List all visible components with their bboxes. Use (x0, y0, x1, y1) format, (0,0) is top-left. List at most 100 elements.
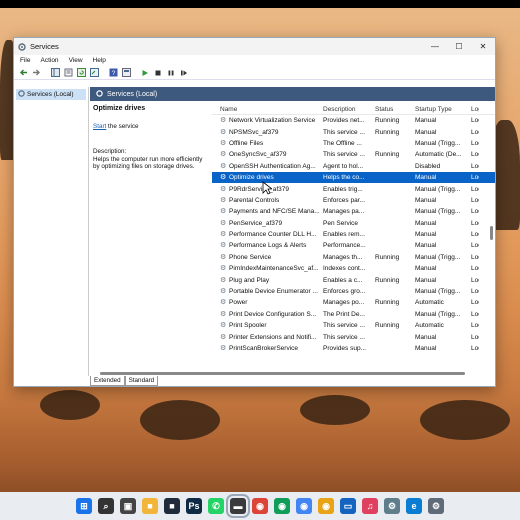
pause-service-icon[interactable] (166, 68, 176, 78)
search-icon[interactable]: ⌕ (98, 498, 114, 514)
screen-top-border (0, 0, 520, 8)
menu-view[interactable]: View (69, 57, 83, 64)
vertical-scrollbar[interactable] (490, 101, 494, 366)
menu-file[interactable]: File (20, 57, 30, 64)
chrome-profile-icon[interactable]: ◉ (274, 498, 290, 514)
service-name-cell: ⚙ OneSyncSvc_af379 (212, 151, 321, 158)
close-button[interactable]: ✕ (471, 38, 495, 55)
table-row[interactable]: ⚙ Network Virtualization Service Provides … (212, 115, 495, 126)
service-name: OneSyncSvc_af379 (229, 151, 287, 159)
service-gear-icon: ⚙ (220, 333, 227, 341)
monitor-icon[interactable]: ▭ (340, 498, 356, 514)
service-startup-cell: Manual (Trigg... (415, 139, 461, 147)
table-row[interactable]: ⚙ Offline Files The Offline ... Manual (Tri… (212, 138, 495, 149)
column-header-log-on-as[interactable]: Log (469, 106, 479, 113)
chrome-icon[interactable]: ◉ (252, 498, 268, 514)
service-gear-icon: ⚙ (220, 265, 227, 273)
menu-action[interactable]: Action (40, 57, 58, 64)
service-logon-cell: Loc (471, 139, 479, 147)
service-gear-icon: ⚙ (220, 128, 227, 136)
column-header-description[interactable]: Description (321, 106, 373, 113)
service-startup-cell: Manual (415, 276, 437, 284)
toolbar: ? (14, 66, 495, 80)
table-row[interactable]: ⚙Optimize drivesHelps the co...ManualLoc (212, 171, 495, 184)
maximize-button[interactable]: ☐ (447, 38, 471, 55)
table-row[interactable]: ⚙ Performance Logs & Alerts Performance...… (212, 240, 495, 251)
table-row[interactable]: ⚙ OneSyncSvc_af379 This service ... Running… (212, 149, 495, 160)
settings-icon[interactable]: ⚙ (384, 498, 400, 514)
photoshop-icon[interactable]: Ps (186, 498, 202, 514)
whatsapp-icon[interactable]: ✆ (208, 498, 224, 514)
service-logon-cell: Loc (471, 208, 479, 216)
tree-node-services-local[interactable]: Services (Local) (16, 89, 86, 100)
service-gear-icon: ⚙ (220, 276, 227, 284)
horizontal-scrollbar[interactable] (100, 372, 465, 375)
table-row[interactable]: ⚙ Payments and NFC/SE Mana... Manages pa..… (212, 206, 495, 217)
tab-standard[interactable]: Standard (124, 376, 159, 386)
column-header-name[interactable]: Name (212, 106, 321, 113)
table-row[interactable]: ⚙ Print Spooler This service ... Running Aut… (212, 320, 495, 331)
restart-service-icon[interactable] (179, 68, 189, 78)
table-row[interactable]: ⚙ Print Device Configuration S... The Prin… (212, 309, 495, 320)
console-tree-icon[interactable] (50, 68, 60, 78)
table-row[interactable]: ⚙ Portable Device Enumerator ... Enforces … (212, 286, 495, 297)
service-name: Phone Service (229, 253, 272, 261)
edge-icon[interactable]: e (406, 498, 422, 514)
table-row[interactable]: ⚙ Performance Counter DLL H... Enables rem… (212, 229, 495, 240)
service-gear-icon: ⚙ (220, 310, 227, 318)
notes-icon[interactable]: ▬ (226, 494, 250, 518)
file-explorer-icon[interactable]: ■ (142, 498, 158, 514)
start-service-icon[interactable] (140, 68, 150, 78)
properties-icon[interactable] (63, 68, 73, 78)
table-row[interactable]: ⚙ Phone Service Manages th... Running Manual… (212, 252, 495, 263)
table-row[interactable]: ⚙ Printer Extensions and Notifi... This se… (212, 331, 495, 342)
menu-help[interactable]: Help (93, 57, 106, 64)
service-name: Parental Controls (229, 196, 280, 204)
task-view-icon[interactable]: ▣ (120, 498, 136, 514)
selected-service-name: Optimize drives (93, 105, 146, 112)
tab-extended[interactable]: Extended (90, 376, 125, 386)
scroll-thumb[interactable] (490, 226, 493, 240)
table-row[interactable]: ⚙ Plug and Play Enables a c... Running Manua… (212, 274, 495, 285)
service-gear-icon: ⚙ (220, 242, 227, 250)
chrome-dev-icon[interactable]: ◉ (296, 498, 312, 514)
file-manager-icon[interactable]: ■ (164, 498, 180, 514)
help-icon[interactable]: ? (108, 68, 118, 78)
service-name-cell: ⚙ Performance Counter DLL H... (212, 231, 321, 238)
table-row[interactable]: ⚙ OpenSSH Authentication Ag... Agent to ho… (212, 161, 495, 172)
export-list-icon[interactable] (89, 68, 99, 78)
start-icon[interactable]: ⊞ (76, 498, 92, 514)
refresh-icon[interactable] (76, 68, 86, 78)
service-name: P9RdrService_af379 (229, 185, 289, 193)
table-row[interactable]: ⚙ NPSMSvc_af379 This service ... Running Man… (212, 126, 495, 137)
table-row[interactable]: ⚙ PimIndexMaintenanceSvc_af... Indexes con… (212, 263, 495, 274)
services-list: ^ Name Description Status Startup Type L… (212, 101, 495, 376)
service-name: Plug and Play (229, 276, 270, 284)
service-description-panel: Optimize drives Start the service Descri… (90, 101, 212, 376)
service-logon-cell: Loc (471, 310, 479, 318)
mmc-icon[interactable] (121, 68, 131, 78)
column-header-startup-type[interactable]: Startup Type (413, 106, 469, 113)
start-service-link[interactable]: Start (93, 123, 106, 130)
service-description-cell: Enables trig... (323, 185, 363, 193)
gear-icon[interactable]: ⚙ (428, 498, 444, 514)
minimize-button[interactable]: — (423, 38, 447, 55)
title-bar[interactable]: Services — ☐ ✕ (14, 38, 495, 55)
service-description-cell: Enforces gro... (323, 288, 366, 296)
back-icon[interactable] (18, 68, 28, 78)
stop-service-icon[interactable] (153, 68, 163, 78)
service-name-cell: ⚙ Portable Device Enumerator ... (212, 288, 321, 295)
table-row[interactable]: ⚙PowerManages po...RunningAutomaticLoc (212, 297, 495, 308)
table-row[interactable]: ⚙PenService_af379Pen ServiceManualLoc (212, 218, 495, 229)
table-row[interactable]: ⚙ P9RdrService_af379 Enables trig... Manual… (212, 183, 495, 194)
forward-icon[interactable] (31, 68, 41, 78)
table-row[interactable]: ⚙ PrintScanBrokerService Provides sup... Ma… (212, 343, 495, 354)
chrome-canary-icon[interactable]: ◉ (318, 498, 334, 514)
service-logon-cell: Loc (471, 242, 479, 250)
music-icon[interactable]: ♫ (362, 498, 378, 514)
menu-bar: File Action View Help (14, 55, 495, 66)
column-header-status[interactable]: Status (373, 106, 413, 113)
svg-text:?: ? (111, 70, 115, 77)
service-name-cell: ⚙ OpenSSH Authentication Ag... (212, 163, 321, 170)
table-row[interactable]: ⚙ Parental Controls Enforces par... Manual L… (212, 195, 495, 206)
